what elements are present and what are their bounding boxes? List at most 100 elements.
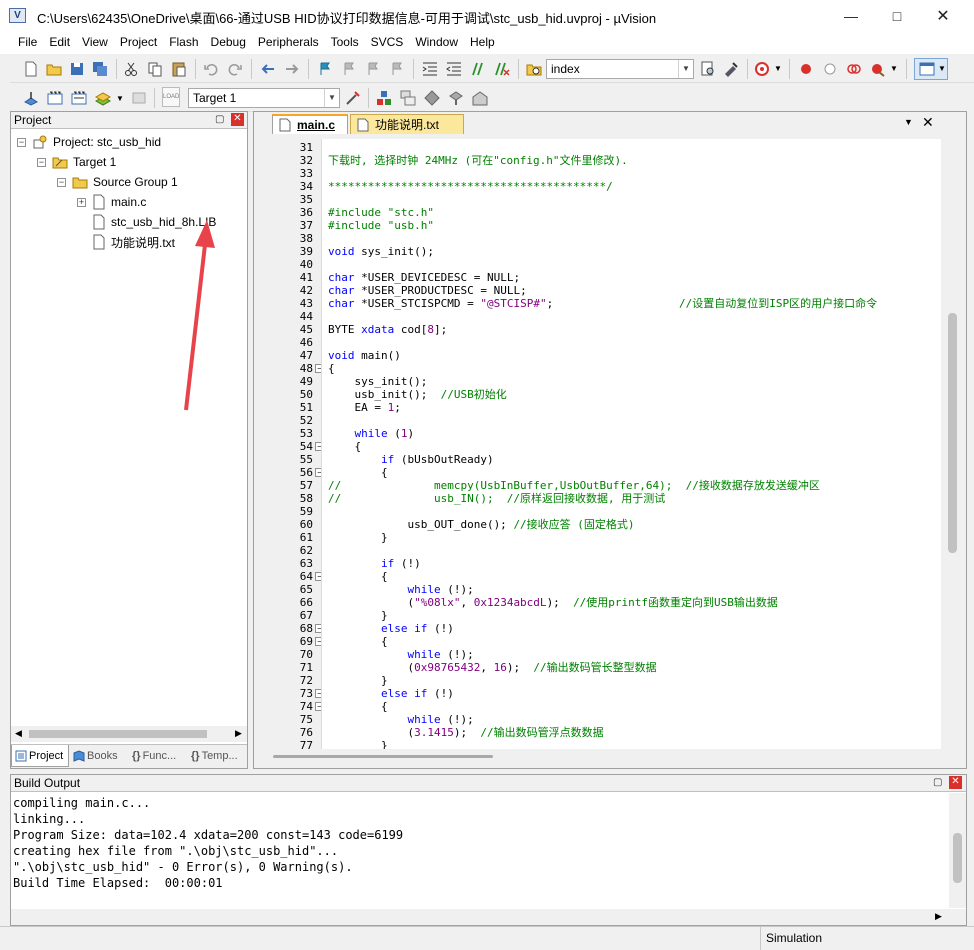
- scroll-thumb[interactable]: [953, 833, 962, 883]
- collapse-icon[interactable]: −: [37, 157, 46, 167]
- comment-selection-icon[interactable]: [469, 60, 487, 78]
- menu-view[interactable]: View: [76, 32, 114, 54]
- clear-bookmarks-icon[interactable]: [388, 60, 406, 78]
- tab-project[interactable]: Project: [11, 745, 69, 767]
- minimize-icon[interactable]: —: [828, 0, 874, 32]
- tree-item-target[interactable]: − Target 1: [37, 152, 116, 172]
- menu-window[interactable]: Window: [409, 32, 464, 54]
- find-combo[interactable]: index ▼: [546, 59, 694, 79]
- code-line[interactable]: usb_OUT_done(); //接收应答 (固定格式): [328, 518, 634, 531]
- disable-breakpoints-icon[interactable]: [845, 60, 863, 78]
- menu-debug[interactable]: Debug: [205, 32, 252, 54]
- select-software-packs-icon[interactable]: [423, 89, 441, 107]
- code-line[interactable]: }: [328, 531, 388, 544]
- collapse-icon[interactable]: −: [17, 137, 26, 147]
- close-icon[interactable]: ✕: [949, 776, 962, 789]
- menu-svcs[interactable]: SVCS: [365, 32, 410, 54]
- tree-item-source-group[interactable]: − Source Group 1: [57, 172, 178, 192]
- code-line[interactable]: sys_init();: [328, 375, 427, 388]
- navigate-back-icon[interactable]: [259, 60, 277, 78]
- code-line[interactable]: (3.1415); //输出数码管浮点数数据: [328, 726, 603, 739]
- menu-peripherals[interactable]: Peripherals: [252, 32, 325, 54]
- code-line[interactable]: while (!);: [328, 583, 473, 596]
- menu-file[interactable]: File: [12, 32, 43, 54]
- save-all-icon[interactable]: [91, 60, 109, 78]
- code-line[interactable]: usb_init(); //USB初始化: [328, 388, 506, 401]
- open-folder-icon[interactable]: [45, 60, 63, 78]
- chevron-down-icon[interactable]: ▼: [774, 64, 782, 73]
- prev-bookmark-icon[interactable]: [340, 60, 358, 78]
- code-line[interactable]: void sys_init();: [328, 245, 434, 258]
- code-line[interactable]: char *USER_PRODUCTDESC = NULL;: [328, 284, 527, 297]
- file-extensions-icon[interactable]: [399, 89, 417, 107]
- enable-breakpoint-icon[interactable]: [821, 60, 839, 78]
- target-options-icon[interactable]: [344, 89, 362, 107]
- code-line[interactable]: EA = 1;: [328, 401, 400, 414]
- build-vscrollbar[interactable]: [949, 793, 966, 908]
- code-line[interactable]: #include "usb.h": [328, 219, 434, 232]
- scroll-left-icon[interactable]: ◀: [15, 728, 22, 739]
- chevron-down-icon[interactable]: ▼: [116, 94, 124, 103]
- indent-icon[interactable]: [421, 60, 439, 78]
- chevron-down-icon[interactable]: ▼: [324, 89, 339, 107]
- undo-icon[interactable]: [202, 60, 220, 78]
- tab-templates[interactable]: {} Temp...: [188, 745, 246, 767]
- tree-item-project[interactable]: − Project: stc_usb_hid: [17, 132, 161, 152]
- batch-build-icon[interactable]: [94, 89, 112, 107]
- close-icon[interactable]: ✕: [920, 0, 966, 32]
- paste-icon[interactable]: [170, 60, 188, 78]
- menu-project[interactable]: Project: [114, 32, 163, 54]
- tab-readme-txt[interactable]: 功能说明.txt: [350, 114, 464, 134]
- uncomment-selection-icon[interactable]: [493, 60, 511, 78]
- maximize-icon[interactable]: □: [874, 0, 920, 32]
- collapse-icon[interactable]: −: [57, 177, 66, 187]
- code-line[interactable]: // usb_IN(); //原样返回接收数据, 用于测试: [328, 492, 665, 505]
- insert-breakpoint-icon[interactable]: [797, 60, 815, 78]
- tab-list-chevron-icon[interactable]: ▼: [904, 117, 913, 127]
- code-line[interactable]: if (bUsbOutReady): [328, 453, 494, 466]
- project-hscrollbar[interactable]: ◀ ▶: [11, 726, 247, 742]
- pin-icon[interactable]: ▢: [215, 114, 224, 125]
- code-line[interactable]: }: [328, 609, 388, 622]
- editor-vscrollbar[interactable]: [944, 139, 961, 749]
- new-file-icon[interactable]: [22, 60, 40, 78]
- code-line[interactable]: {: [328, 362, 335, 375]
- navigate-forward-icon[interactable]: [283, 60, 301, 78]
- code-line[interactable]: else if (!): [328, 687, 454, 700]
- menu-tools[interactable]: Tools: [325, 32, 365, 54]
- code-line[interactable]: 下载时, 选择时钟 24MHz (可在"config.h"文件里修改).: [328, 154, 628, 167]
- pack-installer-icon[interactable]: [447, 89, 465, 107]
- stop-build-icon[interactable]: [130, 89, 148, 107]
- tab-books[interactable]: Books: [70, 745, 128, 767]
- code-line[interactable]: {: [328, 700, 388, 713]
- build-icon[interactable]: [46, 89, 64, 107]
- target-combo[interactable]: Target 1 ▼: [188, 88, 340, 108]
- code-line[interactable]: if (!): [328, 557, 421, 570]
- run-time-environment-icon[interactable]: [471, 89, 489, 107]
- code-line[interactable]: while (!);: [328, 648, 473, 661]
- code-line[interactable]: void main(): [328, 349, 401, 362]
- code-line[interactable]: (0x98765432, 16); //输出数码管长整型数据: [328, 661, 656, 674]
- tab-main-c[interactable]: main.c: [272, 114, 348, 134]
- editor-hscrollbar[interactable]: [257, 751, 961, 766]
- code-line[interactable]: char *USER_STCISPCMD = "@STCISP#"; //设置自…: [328, 297, 877, 310]
- code-line[interactable]: ("%08lx", 0x1234abcdL); //使用printf函数重定向到…: [328, 596, 777, 609]
- insert-bookmark-icon[interactable]: [316, 60, 334, 78]
- find-in-files-icon[interactable]: [525, 60, 543, 78]
- code-line[interactable]: while (1): [328, 427, 415, 440]
- next-bookmark-icon[interactable]: [364, 60, 382, 78]
- scroll-right-icon[interactable]: ▶: [935, 911, 942, 922]
- scroll-thumb[interactable]: [273, 755, 493, 758]
- pin-icon[interactable]: ▢: [933, 777, 942, 788]
- code-line[interactable]: #include "stc.h": [328, 206, 434, 219]
- menu-flash[interactable]: Flash: [163, 32, 204, 54]
- code-line[interactable]: // memcpy(UsbInBuffer,UsbOutBuffer,64); …: [328, 479, 820, 492]
- rebuild-icon[interactable]: [70, 89, 88, 107]
- copy-icon[interactable]: [146, 60, 164, 78]
- code-line[interactable]: {: [328, 570, 388, 583]
- code-line[interactable]: {: [328, 635, 388, 648]
- kill-breakpoints-icon[interactable]: [869, 60, 887, 78]
- code-line[interactable]: }: [328, 674, 388, 687]
- code-line[interactable]: ****************************************…: [328, 180, 613, 193]
- debug-session-icon[interactable]: [754, 60, 772, 78]
